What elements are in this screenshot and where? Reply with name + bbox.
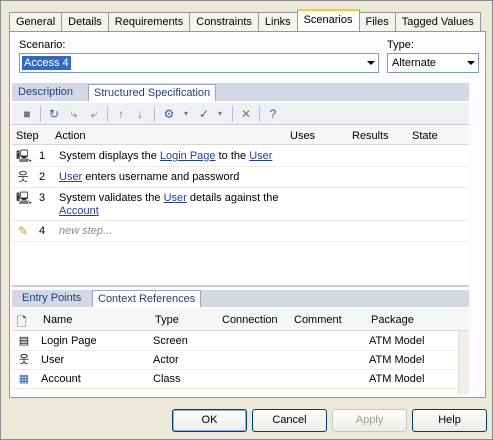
step-number: 1 xyxy=(39,150,46,162)
new-step-placeholder[interactable]: new step... xyxy=(59,225,289,238)
type-value: Alternate xyxy=(392,57,437,69)
type-select[interactable]: Alternate xyxy=(387,53,479,73)
subtab-structured-specification[interactable]: Structured Specification xyxy=(88,84,217,101)
col-comment[interactable]: Comment xyxy=(294,314,342,326)
context-header: 🗋 Name Type Connection Comment Package xyxy=(12,309,469,331)
step-action[interactable]: User enters username and password xyxy=(59,171,289,184)
steps-grid: Step Action Uses Results State 🖳 1 Syste… xyxy=(12,127,469,282)
toolbar-separator xyxy=(107,106,108,122)
toolbar-separator xyxy=(259,106,260,122)
col-type[interactable]: Type xyxy=(155,314,179,326)
col-action[interactable]: Action xyxy=(55,130,86,142)
tab-tagged-values[interactable]: Tagged Values xyxy=(394,12,481,31)
context-type: Screen xyxy=(153,335,188,347)
scenario-select[interactable]: Access 4 xyxy=(19,53,379,73)
context-package: ATM Model xyxy=(369,335,425,347)
context-subtabs: Entry Points Context References xyxy=(12,290,469,307)
vertical-scrollbar[interactable] xyxy=(458,331,469,394)
context-name: Login Page xyxy=(41,335,97,347)
chevron-down-icon xyxy=(467,61,475,65)
chevron-down-icon[interactable]: ▾ xyxy=(212,106,228,122)
computer-icon: 🖳 xyxy=(16,149,33,163)
context-type: Actor xyxy=(153,354,179,366)
ok-button[interactable]: OK xyxy=(172,409,247,432)
scenario-value: Access 4 xyxy=(22,56,71,70)
main-tabs: General Details Requirements Constraints… xyxy=(9,9,481,31)
splitter[interactable] xyxy=(12,285,469,287)
toolbar-separator xyxy=(232,106,233,122)
generate-diagram-icon[interactable]: ⚙ xyxy=(161,106,177,122)
context-row[interactable]: ▦ Account Class ATM Model xyxy=(12,370,458,389)
col-results[interactable]: Results xyxy=(352,130,389,142)
subtab-context-references[interactable]: Context References xyxy=(92,290,202,307)
tab-constraints[interactable]: Constraints xyxy=(189,12,259,31)
insert-step-icon[interactable]: ⤷ xyxy=(66,106,82,122)
actor-icon: 웃 xyxy=(18,354,30,366)
actor-icon: 웃 xyxy=(17,170,29,184)
document-icon: 🗋 xyxy=(17,315,27,329)
apply-button[interactable]: Apply xyxy=(332,409,407,432)
screen-icon: ▤ xyxy=(18,335,30,347)
subtab-entry-points[interactable]: Entry Points xyxy=(17,290,86,307)
refresh-icon[interactable]: ↻ xyxy=(46,106,62,122)
context-package: ATM Model xyxy=(369,373,425,385)
context-name: Account xyxy=(41,373,81,385)
subtab-description[interactable]: Description xyxy=(13,84,78,101)
help-button[interactable]: Help xyxy=(412,409,487,432)
tab-links[interactable]: Links xyxy=(257,12,298,31)
chevron-down-icon xyxy=(367,61,375,65)
context-row[interactable]: 웃 User Actor ATM Model xyxy=(12,351,458,370)
new-step-icon: ✎ xyxy=(17,224,29,238)
delete-step-icon[interactable]: ⤶ xyxy=(86,106,102,122)
scenario-label: Scenario: xyxy=(19,39,66,51)
context-name: User xyxy=(41,354,65,366)
tab-scenarios[interactable]: Scenarios xyxy=(296,9,360,31)
class-icon: ▦ xyxy=(18,373,30,385)
close-icon[interactable]: ✕ xyxy=(238,106,254,122)
step-row[interactable]: 🖳 3 System validates the User details ag… xyxy=(12,189,469,221)
context-row[interactable]: ▤ Login Page Screen ATM Model xyxy=(12,332,458,351)
col-uses[interactable]: Uses xyxy=(290,130,315,142)
chevron-down-icon[interactable]: ▾ xyxy=(178,106,194,122)
move-up-icon[interactable]: ↑ xyxy=(113,106,129,122)
context-type: Class xyxy=(153,373,181,385)
step-action[interactable]: System displays the Login Page to the Us… xyxy=(59,150,289,163)
spec-subtabs: Description Structured Specification xyxy=(12,83,469,101)
step-row[interactable]: 🖳 1 System displays the Login Page to th… xyxy=(12,147,469,167)
steps-header: Step Action Uses Results State xyxy=(12,127,469,145)
type-label: Type: xyxy=(387,39,414,51)
step-row[interactable]: ✎ 4 new step... xyxy=(12,222,469,242)
col-package[interactable]: Package xyxy=(371,314,414,326)
tab-general[interactable]: General xyxy=(9,12,63,31)
check-icon[interactable]: ✓ xyxy=(196,106,212,122)
step-number: 4 xyxy=(39,225,46,237)
step-number: 2 xyxy=(39,171,46,183)
toolbar-separator xyxy=(154,106,155,122)
col-step[interactable]: Step xyxy=(16,130,39,142)
tab-details[interactable]: Details xyxy=(61,12,109,31)
move-down-icon[interactable]: ↓ xyxy=(132,106,148,122)
col-connection[interactable]: Connection xyxy=(222,314,278,326)
tab-files[interactable]: Files xyxy=(358,12,396,31)
col-state[interactable]: State xyxy=(412,130,438,142)
help-icon[interactable]: ? xyxy=(265,106,281,122)
context-references-grid: 🗋 Name Type Connection Comment Package ▤… xyxy=(12,309,469,394)
col-name[interactable]: Name xyxy=(43,314,72,326)
toolbar-separator xyxy=(40,106,41,122)
computer-icon: 🖳 xyxy=(16,191,33,205)
context-package: ATM Model xyxy=(369,354,425,366)
dialog-window: General Details Requirements Constraints… xyxy=(0,0,493,440)
steps-toolbar: ■ ↻ ⤷ ⤶ ↑ ↓ ⚙ ▾ ✓ ▾ ✕ ? xyxy=(12,103,469,125)
step-action[interactable]: System validates the User details agains… xyxy=(59,192,289,218)
step-row[interactable]: 웃 2 User enters username and password xyxy=(12,168,469,188)
cancel-button[interactable]: Cancel xyxy=(252,409,327,432)
step-number: 3 xyxy=(39,192,46,204)
tab-requirements[interactable]: Requirements xyxy=(107,12,191,31)
save-icon[interactable]: ■ xyxy=(19,106,35,122)
